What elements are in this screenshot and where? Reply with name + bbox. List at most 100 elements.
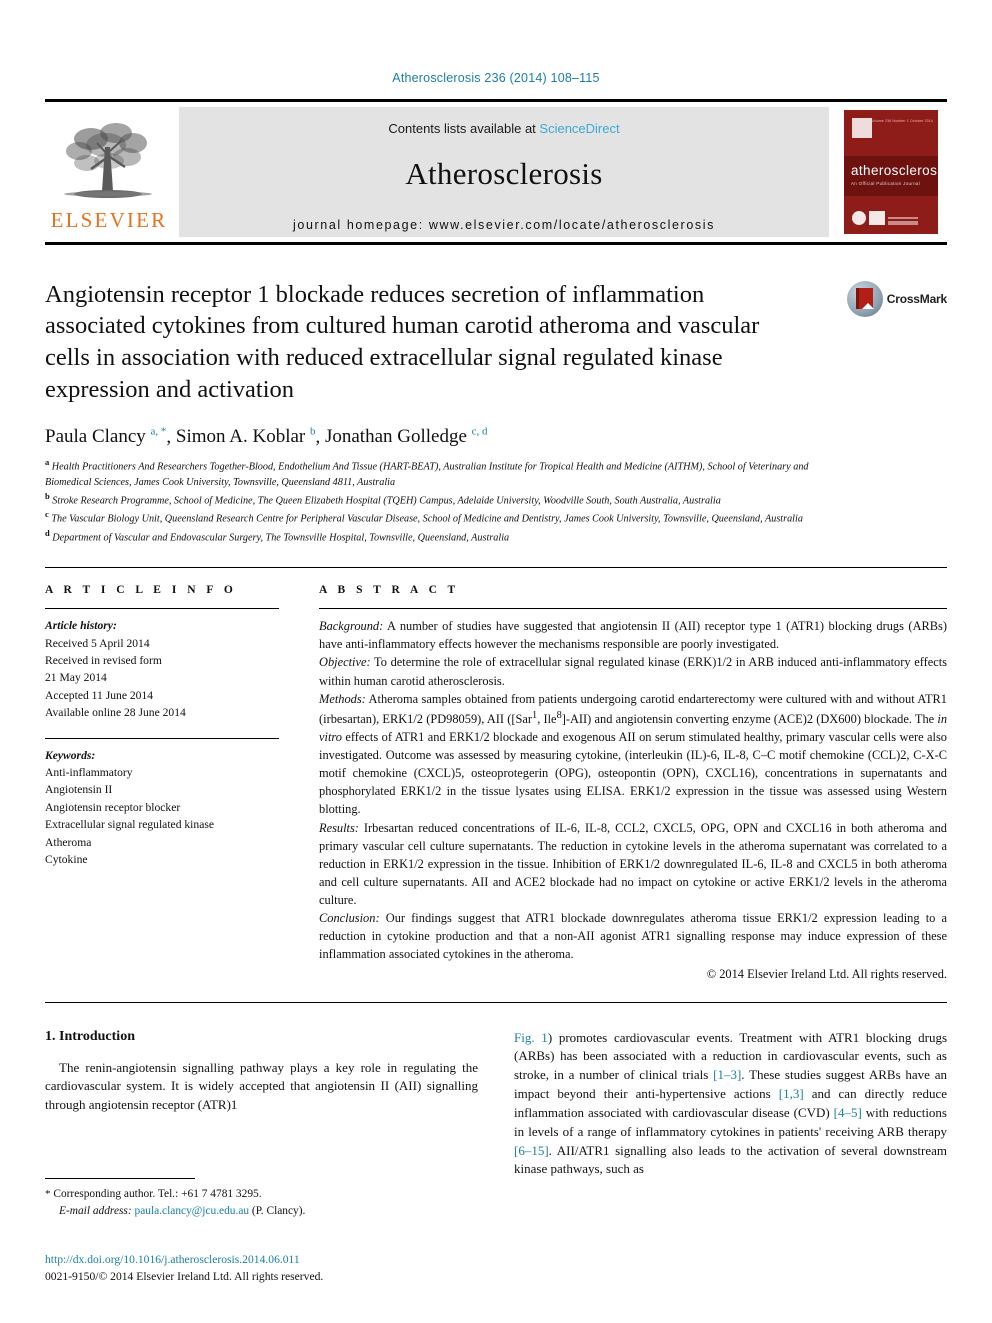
introduction-text-right: Fig. 1) promotes cardiovascular events. …	[514, 1029, 947, 1180]
footnote-block: * Corresponding author. Tel.: +61 7 4781…	[45, 1178, 475, 1219]
citation-ref-2[interactable]: [1,3]	[779, 1086, 804, 1101]
crossmark-book-icon	[856, 288, 875, 309]
info-abstract-columns: A R T I C L E I N F O Article history: R…	[45, 568, 947, 983]
contents-prefix: Contents lists available at	[388, 120, 540, 136]
elsevier-tree-icon	[64, 122, 152, 198]
keyword-item: Cytokine	[45, 852, 88, 866]
author-list: Paula Clancy a, *, Simon A. Koblar b, Jo…	[45, 425, 488, 448]
author-2-name: Simon A. Koblar	[175, 426, 306, 448]
article-first-page: Atherosclerosis 236 (2014) 108–115 ELSEV…	[0, 0, 992, 1323]
body-columns: 1. Introduction The renin-angiotensin si…	[45, 1029, 947, 1180]
figure-reference-link[interactable]: Fig. 1	[514, 1030, 548, 1045]
affiliation-b-text: Stroke Research Programme, School of Med…	[52, 495, 721, 507]
abstract-objective: Objective: To determine the role of extr…	[319, 653, 947, 689]
body-column-right: Fig. 1) promotes cardiovascular events. …	[514, 1029, 947, 1180]
cover-top-text: Volume 236 Number 1 October 2014	[871, 118, 933, 123]
abstract-results: Results: Irbesartan reduced concentratio…	[319, 819, 947, 910]
cover-elsevier-logo-icon	[852, 117, 872, 138]
elsevier-wordmark: ELSEVIER	[50, 207, 168, 232]
introduction-paragraph-left: The renin-angiotensin signalling pathway…	[45, 1059, 478, 1113]
affiliation-d-mark: d	[45, 527, 50, 538]
citation-ref-4[interactable]: [6–15]	[514, 1143, 549, 1158]
history-item: Received 5 April 2014	[45, 636, 150, 650]
footer-doi-block: http://dx.doi.org/10.1016/j.atherosclero…	[45, 1251, 323, 1286]
abstract-body: Background: A number of studies have sug…	[319, 617, 947, 983]
keyword-item: Atheroma	[45, 835, 92, 849]
author-1-marks: a, *	[150, 425, 167, 438]
cover-badge-square-icon	[869, 210, 885, 225]
keywords-rule	[45, 737, 279, 739]
crossmark-label: CrossMark	[886, 291, 947, 306]
article-info-rule	[45, 608, 279, 610]
author-3[interactable]: Jonathan Golledge c, d	[325, 426, 488, 447]
email-link[interactable]: paula.clancy@jcu.edu.au	[135, 1205, 250, 1217]
abstract-results-text: Irbesartan reduced concentrations of IL-…	[319, 820, 947, 907]
affiliation-list: a Health Practitioners And Researchers T…	[45, 456, 845, 545]
journal-masthead: ELSEVIER Contents lists available at Sci…	[45, 98, 947, 245]
footnote-rule	[45, 1178, 195, 1179]
abstract-methods: Methods: Atheroma samples obtained from …	[319, 690, 947, 819]
citation-ref-1[interactable]: [1–3]	[713, 1067, 741, 1082]
abstract-column: A B S T R A C T Background: A number of …	[297, 568, 947, 983]
cover-subtitle: An Official Publication Journal	[851, 180, 920, 186]
corresponding-author-text: Corresponding author. Tel.: +61 7 4781 3…	[50, 1188, 262, 1200]
abstract-conclusion-text: Our findings suggest that ATR1 blockade …	[319, 911, 947, 962]
abstract-copyright: © 2014 Elsevier Ireland Ltd. All rights …	[706, 967, 947, 982]
history-item: 21 May 2014	[45, 671, 107, 685]
journal-cover-thumbnail[interactable]: Volume 236 Number 1 October 2014 atheros…	[844, 109, 938, 234]
issn-copyright-line: 0021-9150/© 2014 Elsevier Ireland Ltd. A…	[45, 1270, 324, 1284]
article-history: Article history: Received 5 April 2014 R…	[45, 617, 279, 721]
abstract-background: Background: A number of studies have sug…	[319, 617, 947, 653]
affiliation-c: c The Vascular Biology Unit, Queensland …	[45, 508, 845, 526]
abstract-methods-text-3: ]-AII) and angiotensin converting enzyme…	[561, 711, 938, 726]
history-item: Received in revised form	[45, 654, 162, 668]
journal-cover-cell: Volume 236 Number 1 October 2014 atheros…	[835, 102, 947, 242]
elsevier-logo: ELSEVIER	[45, 102, 173, 242]
journal-homepage[interactable]: journal homepage: www.elsevier.com/locat…	[293, 218, 715, 232]
title-block: Angiotensin receptor 1 blockade reduces …	[45, 279, 947, 406]
corresponding-author-note: * Corresponding author. Tel.: +61 7 4781…	[45, 1186, 475, 1219]
sciencedirect-link[interactable]: ScienceDirect	[539, 121, 619, 136]
history-item: Accepted 11 June 2014	[45, 688, 154, 702]
keywords-block: Keywords: Anti-inflammatory Angiotensin …	[45, 747, 279, 869]
affiliation-a-mark: a	[45, 457, 50, 468]
affiliation-d-text: Department of Vascular and Endovascular …	[52, 532, 510, 544]
contents-line: Contents lists available at ScienceDirec…	[388, 121, 619, 136]
author-1-name: Paula Clancy	[45, 426, 146, 448]
affiliation-c-mark: c	[45, 509, 49, 520]
email-label: E-mail address:	[59, 1204, 132, 1217]
running-head: Atherosclerosis 236 (2014) 108–115	[392, 71, 600, 85]
article-info-heading: A R T I C L E I N F O	[45, 584, 237, 597]
email-suffix: (P. Clancy).	[249, 1204, 306, 1217]
citation-ref-3[interactable]: [4–5]	[834, 1105, 862, 1120]
author-3-name: Jonathan Golledge	[324, 426, 467, 448]
crossmark-badge[interactable]: CrossMark	[846, 280, 947, 317]
abstract-results-label: Results:	[319, 820, 359, 835]
abstract-methods-text-2: , Ile	[537, 711, 557, 726]
doi-link[interactable]: http://dx.doi.org/10.1016/j.atherosclero…	[45, 1251, 323, 1268]
keyword-item: Angiotensin receptor blocker	[45, 800, 181, 814]
affiliation-a-text: Health Practitioners And Researchers Tog…	[45, 461, 809, 488]
abstract-background-text: A number of studies have suggested that …	[319, 619, 947, 652]
journal-banner: Contents lists available at ScienceDirec…	[179, 106, 829, 237]
introduction-text-left: The renin-angiotensin signalling pathway…	[45, 1059, 478, 1116]
page-title: Angiotensin receptor 1 blockade reduces …	[45, 280, 760, 404]
affiliation-c-text: The Vascular Biology Unit, Queensland Re…	[51, 513, 803, 525]
email-line: E-mail address: paula.clancy@jcu.edu.au …	[45, 1203, 475, 1220]
author-1[interactable]: Paula Clancy a, *	[45, 426, 166, 447]
abstract-bottom-rule	[45, 1001, 947, 1003]
abstract-conclusion: Conclusion: Our findings suggest that AT…	[319, 909, 947, 963]
author-2[interactable]: Simon A. Koblar b	[176, 426, 316, 447]
journal-title: Atherosclerosis	[405, 155, 603, 191]
keyword-item: Anti-inflammatory	[45, 765, 133, 779]
body-column-left: 1. Introduction The renin-angiotensin si…	[45, 1029, 478, 1180]
cover-title: atherosclerosis	[851, 162, 938, 178]
affiliation-a: a Health Practitioners And Researchers T…	[45, 456, 845, 490]
abstract-background-label: Background:	[319, 619, 384, 634]
introduction-paragraph-right: Fig. 1) promotes cardiovascular events. …	[514, 1029, 947, 1180]
abstract-conclusion-label: Conclusion:	[319, 911, 380, 926]
affiliation-b: b Stroke Research Programme, School of M…	[45, 490, 845, 508]
affiliation-b-mark: b	[45, 490, 50, 501]
abstract-methods-text-4: effects of ATR1 and ERK1/2 blockade and …	[319, 730, 947, 817]
